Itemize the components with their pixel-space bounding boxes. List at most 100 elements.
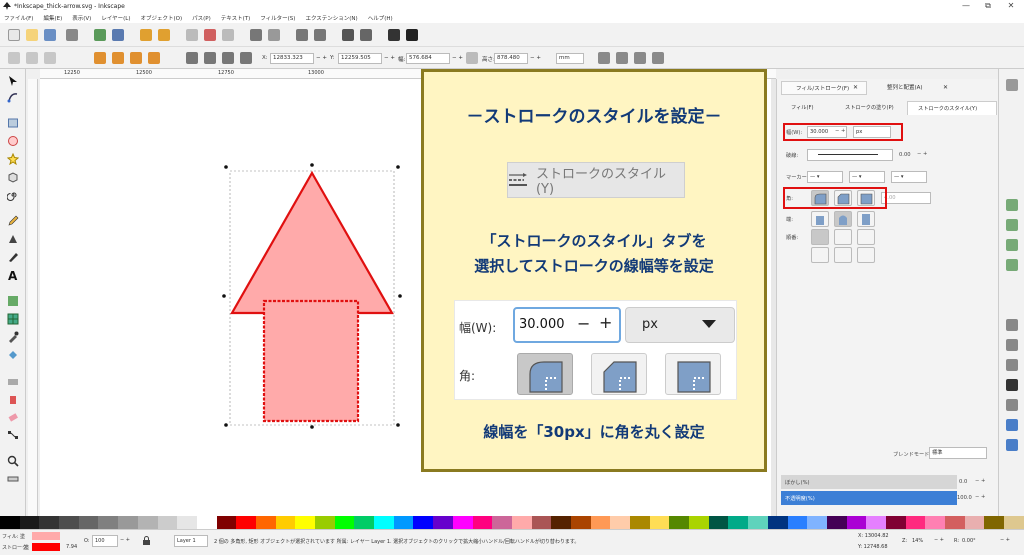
menu-view[interactable]: 表示(V) xyxy=(72,14,91,22)
ungroup-icon[interactable] xyxy=(360,29,372,41)
scale-stroke-icon[interactable] xyxy=(598,52,610,64)
round-cap-button[interactable] xyxy=(834,211,852,227)
blur-slider[interactable]: ぼかし(%) xyxy=(781,475,957,489)
paint-bucket-tool-icon[interactable] xyxy=(7,349,19,361)
group-icon[interactable] xyxy=(342,29,354,41)
save-icon[interactable] xyxy=(44,29,56,41)
close-button[interactable]: ✕ xyxy=(1003,1,1019,10)
paint-order-markers-button[interactable] xyxy=(811,247,829,263)
zoom-drawing-icon[interactable] xyxy=(268,29,280,41)
square-cap-button[interactable] xyxy=(857,211,875,227)
select-all-icon[interactable] xyxy=(8,52,20,64)
decrement-button[interactable]: − xyxy=(577,314,590,333)
undo-icon[interactable] xyxy=(140,29,152,41)
minimize-button[interactable]: — xyxy=(958,1,974,10)
blur-stepper[interactable]: − + xyxy=(975,478,985,484)
flip-horizontal-icon[interactable] xyxy=(130,52,142,64)
dash-offset-stepper[interactable]: − + xyxy=(917,151,927,157)
opacity-field[interactable]: 100 xyxy=(92,535,118,547)
node-tool-icon[interactable] xyxy=(7,91,19,103)
menu-help[interactable]: ヘルプ(H) xyxy=(368,14,393,22)
measure-tool-icon[interactable] xyxy=(7,473,19,485)
color-palette[interactable] xyxy=(0,516,1024,529)
x-field[interactable]: 12833.323 xyxy=(270,53,314,64)
subtab-stroke-style[interactable]: ストロークのスタイル(Y) xyxy=(907,101,997,115)
import-icon[interactable] xyxy=(94,29,106,41)
star-tool-icon[interactable] xyxy=(7,153,19,165)
snap-nodes-icon[interactable] xyxy=(1006,319,1018,331)
blend-mode-select[interactable]: 標準 xyxy=(929,447,987,459)
deselect-icon[interactable] xyxy=(44,52,56,64)
menu-object[interactable]: オブジェクト(O) xyxy=(141,14,183,22)
layer-select[interactable]: Layer 1 xyxy=(174,535,208,547)
subtab-stroke-paint[interactable]: ストロークの塗り(P) xyxy=(835,101,905,115)
snap-grid-icon[interactable] xyxy=(1006,419,1018,431)
bevel-join-button[interactable] xyxy=(591,353,647,395)
w-field[interactable]: 576.684 xyxy=(406,53,450,64)
dropper-tool-icon[interactable] xyxy=(7,331,19,343)
paint-order-normal-button[interactable] xyxy=(811,229,829,245)
w-stepper[interactable]: − + xyxy=(452,55,463,61)
copy-icon[interactable] xyxy=(186,29,198,41)
miter-join-button[interactable] xyxy=(665,353,721,395)
arrow-shaft-shape[interactable] xyxy=(262,299,360,423)
opacity-stepper[interactable]: − + xyxy=(975,494,985,500)
paint-order-markers-fill-button[interactable] xyxy=(857,247,875,263)
lower-icon[interactable] xyxy=(222,52,234,64)
snap-corners-icon[interactable] xyxy=(1006,239,1018,251)
paint-order-markers-stroke-button[interactable] xyxy=(834,247,852,263)
clone-icon[interactable] xyxy=(314,29,326,41)
start-marker-select[interactable]: — ▾ xyxy=(807,171,843,183)
paste-icon[interactable] xyxy=(222,29,234,41)
3d-box-tool-icon[interactable] xyxy=(7,171,19,183)
snap-edges-icon[interactable] xyxy=(1006,219,1018,231)
ellipse-tool-icon[interactable] xyxy=(7,135,19,147)
paint-order-fill-markers-button[interactable] xyxy=(857,229,875,245)
open-file-icon[interactable] xyxy=(26,29,38,41)
scale-corners-icon[interactable] xyxy=(616,52,628,64)
transform-patterns-icon[interactable] xyxy=(652,52,664,64)
flip-vertical-icon[interactable] xyxy=(148,52,160,64)
calligraphy-tool-icon[interactable] xyxy=(7,251,19,263)
h-field[interactable]: 878.480 xyxy=(494,53,528,64)
snap-bbox-icon[interactable] xyxy=(1006,199,1018,211)
export-icon[interactable] xyxy=(112,29,124,41)
lower-to-bottom-icon[interactable] xyxy=(240,52,252,64)
selector-tool-icon[interactable] xyxy=(7,75,19,87)
close-tab-icon[interactable]: ✕ xyxy=(943,84,948,91)
menu-filters[interactable]: フィルター(S) xyxy=(260,14,295,22)
menu-edit[interactable]: 編集(E) xyxy=(43,14,62,22)
select-all-layers-icon[interactable] xyxy=(26,52,38,64)
zoom-value[interactable]: 14% xyxy=(912,538,923,544)
lock-ratio-icon[interactable] xyxy=(466,52,478,64)
x-stepper[interactable]: − + xyxy=(316,55,327,61)
menu-extensions[interactable]: エクステンション(N) xyxy=(305,14,357,22)
dash-pattern-select[interactable] xyxy=(807,149,893,161)
snap-toggle-icon[interactable] xyxy=(1006,79,1018,91)
spiral-tool-icon[interactable] xyxy=(7,189,19,201)
width-spinbox[interactable]: 30.000 − + xyxy=(513,307,621,343)
lock-icon[interactable] xyxy=(142,536,151,546)
menu-text[interactable]: テキスト(T) xyxy=(221,14,251,22)
rotation-value[interactable]: 0.00° xyxy=(962,538,976,544)
close-tab-icon[interactable]: ✕ xyxy=(853,84,858,91)
snap-paths-icon[interactable] xyxy=(1006,339,1018,351)
text-tool-icon[interactable]: A xyxy=(7,269,19,281)
tab-align-distribute[interactable]: 整列と配置(A) xyxy=(873,81,953,95)
redo-icon[interactable] xyxy=(158,29,170,41)
raise-icon[interactable] xyxy=(204,52,216,64)
eraser-tool-icon[interactable] xyxy=(7,411,19,423)
tweak-tool-icon[interactable] xyxy=(7,375,19,387)
raise-to-top-icon[interactable] xyxy=(186,52,198,64)
h-stepper[interactable]: − + xyxy=(530,55,541,61)
fill-swatch[interactable] xyxy=(32,532,60,540)
butt-cap-button[interactable] xyxy=(811,211,829,227)
end-marker-select[interactable]: — ▾ xyxy=(891,171,927,183)
print-icon[interactable] xyxy=(66,29,78,41)
arrow-head-shape[interactable] xyxy=(230,170,394,315)
round-join-button[interactable] xyxy=(517,353,573,395)
mid-marker-select[interactable]: — ▾ xyxy=(849,171,885,183)
zoom-stepper[interactable]: − + xyxy=(934,537,944,543)
pencil-tool-icon[interactable] xyxy=(7,215,19,227)
stroke-swatch[interactable] xyxy=(32,543,60,551)
